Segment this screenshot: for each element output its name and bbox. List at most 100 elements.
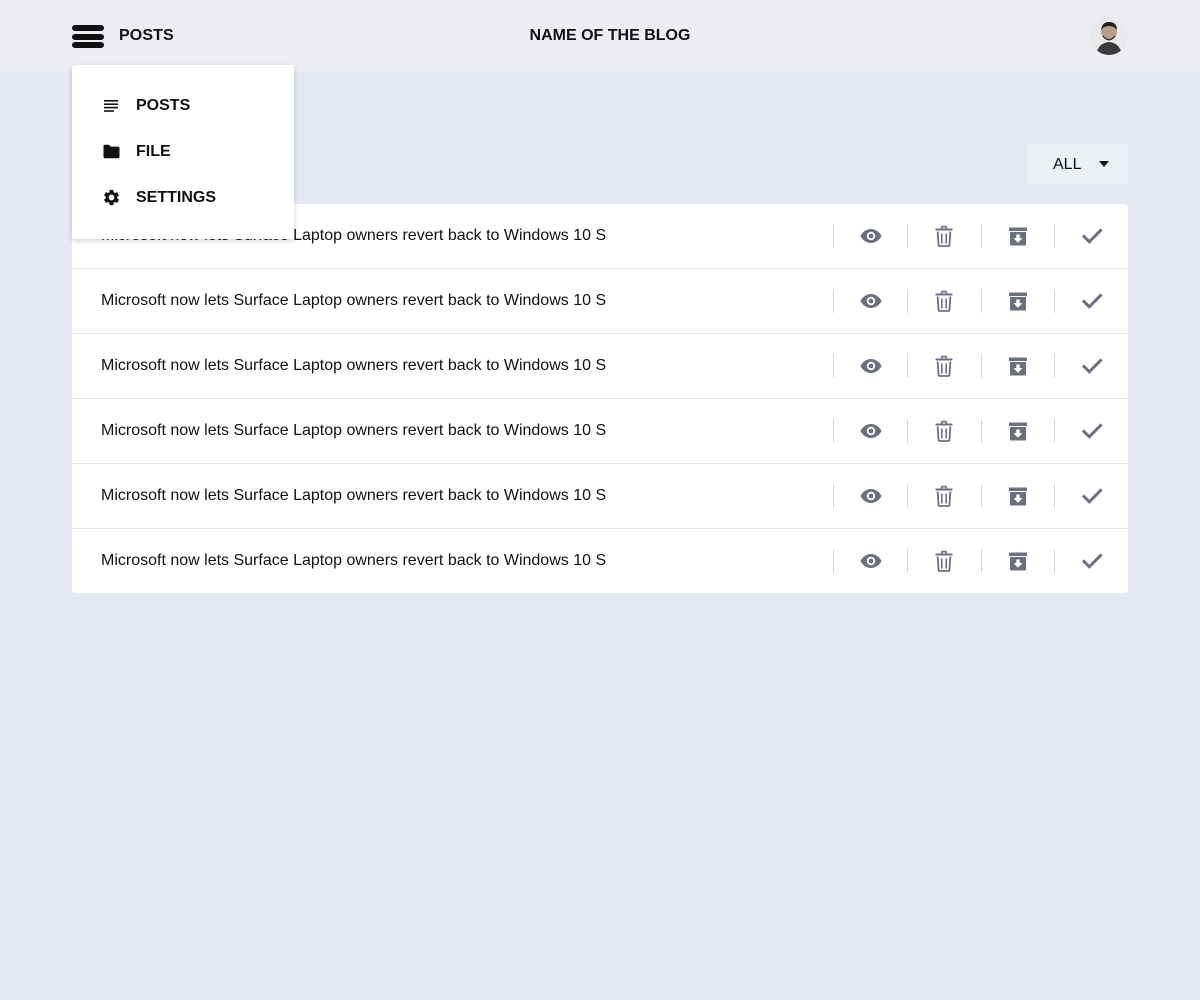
check-icon xyxy=(1081,553,1103,569)
trash-icon xyxy=(935,225,953,247)
approve-button[interactable] xyxy=(1080,484,1104,508)
archive-icon xyxy=(1009,357,1027,376)
archive-icon xyxy=(1009,487,1027,506)
archive-button[interactable] xyxy=(1006,289,1030,313)
view-button[interactable] xyxy=(859,549,883,573)
divider xyxy=(907,224,908,248)
approve-button[interactable] xyxy=(1080,419,1104,443)
divider xyxy=(907,484,908,508)
post-title[interactable]: Microsoft now lets Surface Laptop owners… xyxy=(101,422,606,440)
avatar[interactable] xyxy=(1090,17,1128,55)
archive-icon xyxy=(1009,552,1027,571)
posts-lines-icon xyxy=(104,100,118,112)
delete-button[interactable] xyxy=(932,289,956,313)
divider xyxy=(981,224,982,248)
divider xyxy=(981,419,982,443)
archive-button[interactable] xyxy=(1006,549,1030,573)
divider xyxy=(907,419,908,443)
status-filter-select[interactable]: ALL xyxy=(1027,144,1128,184)
divider xyxy=(833,224,834,248)
divider xyxy=(833,549,834,573)
menu-item-label: SETTINGS xyxy=(136,189,217,206)
divider xyxy=(907,289,908,313)
divider xyxy=(907,549,908,573)
divider xyxy=(1054,549,1055,573)
nav-dropdown-menu: POSTS FILE SETTINGS xyxy=(72,65,294,239)
archive-icon xyxy=(1009,422,1027,441)
approve-button[interactable] xyxy=(1080,354,1104,378)
menu-item-label: FILE xyxy=(136,143,171,160)
approve-button[interactable] xyxy=(1080,224,1104,248)
divider xyxy=(1054,224,1055,248)
archive-button[interactable] xyxy=(1006,224,1030,248)
avatar-image xyxy=(1090,17,1128,55)
trash-icon xyxy=(935,420,953,442)
view-button[interactable] xyxy=(859,484,883,508)
post-row: Microsoft now lets Surface Laptop owners… xyxy=(72,399,1128,464)
divider xyxy=(981,484,982,508)
top-bar: POSTS NAME OF THE BLOG xyxy=(0,0,1200,72)
caret-down-icon xyxy=(1099,161,1109,167)
check-icon xyxy=(1081,423,1103,439)
blog-title: NAME OF THE BLOG xyxy=(529,27,691,44)
divider xyxy=(833,354,834,378)
divider xyxy=(1054,484,1055,508)
gear-icon xyxy=(104,189,119,206)
folder-icon xyxy=(103,144,120,159)
post-title[interactable]: Microsoft now lets Surface Laptop owners… xyxy=(101,357,606,375)
delete-button[interactable] xyxy=(932,419,956,443)
eye-icon xyxy=(860,489,882,503)
divider xyxy=(1054,289,1055,313)
view-button[interactable] xyxy=(859,419,883,443)
check-icon xyxy=(1081,228,1103,244)
archive-button[interactable] xyxy=(1006,354,1030,378)
delete-button[interactable] xyxy=(932,549,956,573)
divider xyxy=(981,289,982,313)
eye-icon xyxy=(860,554,882,568)
trash-icon xyxy=(935,550,953,572)
delete-button[interactable] xyxy=(932,484,956,508)
view-button[interactable] xyxy=(859,224,883,248)
post-title[interactable]: Microsoft now lets Surface Laptop owners… xyxy=(101,552,606,570)
archive-icon xyxy=(1009,292,1027,311)
divider xyxy=(833,419,834,443)
divider xyxy=(833,289,834,313)
delete-button[interactable] xyxy=(932,224,956,248)
eye-icon xyxy=(860,359,882,373)
menu-item-posts[interactable]: POSTS xyxy=(72,87,294,123)
divider xyxy=(833,484,834,508)
check-icon xyxy=(1081,488,1103,504)
archive-button[interactable] xyxy=(1006,419,1030,443)
trash-icon xyxy=(935,485,953,507)
trash-icon xyxy=(935,290,953,312)
trash-icon xyxy=(935,355,953,377)
menu-item-file[interactable]: FILE xyxy=(72,133,294,169)
divider xyxy=(907,354,908,378)
archive-icon xyxy=(1009,227,1027,246)
post-title[interactable]: Microsoft now lets Surface Laptop owners… xyxy=(101,292,606,310)
post-row: Microsoft now lets Surface Laptop owners… xyxy=(72,464,1128,529)
approve-button[interactable] xyxy=(1080,549,1104,573)
delete-button[interactable] xyxy=(932,354,956,378)
divider xyxy=(1054,354,1055,378)
approve-button[interactable] xyxy=(1080,289,1104,313)
divider xyxy=(981,549,982,573)
archive-button[interactable] xyxy=(1006,484,1030,508)
view-button[interactable] xyxy=(859,289,883,313)
post-row: Microsoft now lets Surface Laptop owners… xyxy=(72,269,1128,334)
eye-icon xyxy=(860,229,882,243)
check-icon xyxy=(1081,358,1103,374)
post-row: Microsoft now lets Surface Laptop owners… xyxy=(72,529,1128,593)
divider xyxy=(981,354,982,378)
eye-icon xyxy=(860,424,882,438)
eye-icon xyxy=(860,294,882,308)
menu-item-settings[interactable]: SETTINGS xyxy=(72,179,294,215)
post-title[interactable]: Microsoft now lets Surface Laptop owners… xyxy=(101,487,606,505)
post-row: Microsoft now lets Surface Laptop owners… xyxy=(72,334,1128,399)
view-button[interactable] xyxy=(859,354,883,378)
check-icon xyxy=(1081,293,1103,309)
divider xyxy=(1054,419,1055,443)
menu-item-label: POSTS xyxy=(136,97,191,114)
posts-list: Microsoft now lets Surface Laptop owners… xyxy=(72,204,1128,593)
filter-selected-value: ALL xyxy=(1053,156,1082,173)
